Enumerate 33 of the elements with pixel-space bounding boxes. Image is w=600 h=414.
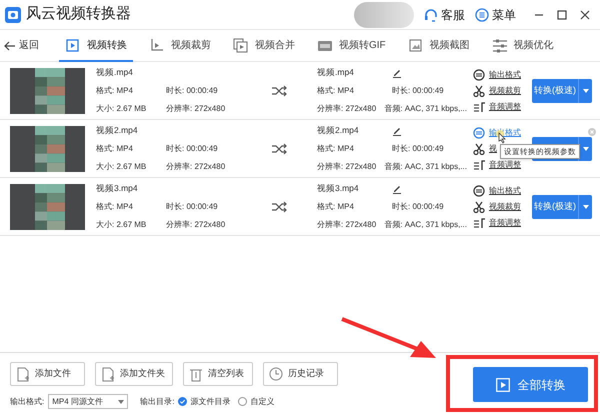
- resolution-text: 分辨率: 272x480: [166, 218, 226, 231]
- window-title: 风云视频转换器: [26, 4, 131, 24]
- format-text: 格式: MP4: [317, 142, 355, 155]
- file-name: 视频2.mp4: [96, 124, 139, 137]
- format-text: 格式: MP4: [317, 200, 355, 213]
- output-format-label: 输出格式:: [10, 396, 44, 408]
- audio-text: 音频: AAC, 371 kbps,...: [384, 218, 467, 231]
- format-text: 格式: MP4: [317, 84, 355, 97]
- duration-text: 时长: 00:00:49: [392, 84, 444, 97]
- audio-text: 音频: AAC, 371 kbps,...: [384, 160, 467, 173]
- duration-text: 时长: 00:00:49: [166, 84, 218, 97]
- size-text: 大小: 2.67 MB: [96, 102, 148, 115]
- audio-text: 音频: AAC, 371 kbps,...: [384, 102, 467, 115]
- output-dir-label: 输出目录:: [140, 396, 174, 408]
- duration-text: 时长: 00:00:49: [392, 142, 444, 155]
- duration-text: 时长: 00:00:49: [166, 200, 218, 213]
- resolution-text: 分辨率: 272x480: [317, 218, 378, 231]
- duration-text: 时长: 00:00:49: [166, 142, 218, 155]
- output-file-name: 视频3.mp4: [317, 182, 360, 195]
- format-text: 格式: MP4: [96, 142, 134, 155]
- format-text: 格式: MP4: [96, 84, 134, 97]
- resolution-text: 分辨率: 272x480: [166, 102, 226, 115]
- duration-text: 时长: 00:00:49: [392, 200, 444, 213]
- resolution-text: 分辨率: 272x480: [317, 160, 378, 173]
- size-text: 大小: 2.67 MB: [96, 218, 148, 231]
- format-text: 格式: MP4: [96, 200, 134, 213]
- file-name: 视频3.mp4: [96, 182, 139, 195]
- file-name: 视频.mp4: [96, 66, 134, 79]
- output-file-name: 视频2.mp4: [317, 124, 360, 137]
- output-file-name: 视频.mp4: [317, 66, 355, 79]
- size-text: 大小: 2.67 MB: [96, 160, 148, 173]
- resolution-text: 分辨率: 272x480: [317, 102, 378, 115]
- resolution-text: 分辨率: 272x480: [166, 160, 226, 173]
